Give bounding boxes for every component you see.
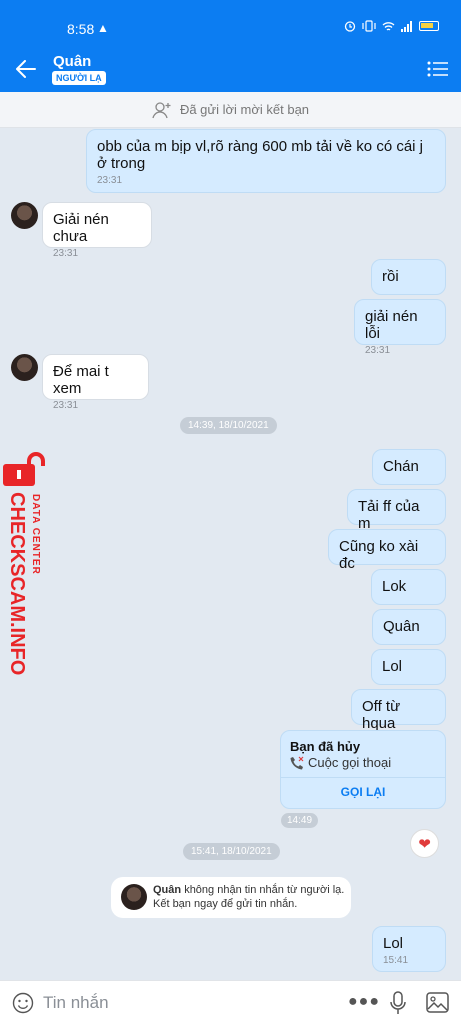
message-time: 23:31 bbox=[365, 345, 391, 356]
message-input-bar: Tin nhắn ●●● bbox=[0, 980, 461, 1024]
message-time: 15:41 bbox=[383, 955, 409, 966]
voice-button[interactable] bbox=[390, 991, 406, 1020]
chat-header: Quân NGƯỜI LẠ bbox=[0, 47, 461, 92]
message-bubble[interactable]: Off từ hqua bbox=[351, 689, 446, 732]
message-time: 23:31 bbox=[53, 248, 79, 259]
status-time: 8:58 bbox=[67, 21, 95, 37]
call-type-label: Cuộc gọi thoại bbox=[308, 755, 392, 770]
message-text: Để mai t xem bbox=[53, 363, 109, 397]
watermark-text: CHECKSCAM.INFO DATA CENTER bbox=[3, 492, 53, 676]
status-icons bbox=[344, 20, 439, 32]
message-text: Tải ff của m bbox=[358, 498, 420, 532]
stranger-badge: NGƯỜI LẠ bbox=[52, 71, 106, 85]
message-bubble[interactable]: Tải ff của m bbox=[347, 489, 446, 532]
divider bbox=[281, 777, 445, 778]
friend-request-bar: Đã gửi lời mời kết bạn bbox=[0, 92, 461, 128]
missed-call-icon bbox=[290, 756, 304, 769]
message-text: Cũng ko xài đc bbox=[339, 538, 419, 572]
add-friend-icon bbox=[152, 101, 171, 118]
alarm-icon bbox=[344, 21, 356, 32]
status-bar: 8:58 ▲ bbox=[0, 0, 461, 47]
message-text: Lol bbox=[382, 658, 403, 675]
watermark-subtitle: DATA CENTER bbox=[30, 494, 41, 575]
message-bubble[interactable]: Giải nén chưa 23:31 bbox=[42, 202, 152, 259]
list-menu-icon bbox=[427, 61, 448, 77]
message-time: 23:31 bbox=[97, 175, 123, 186]
message-text: Off từ hqua bbox=[362, 698, 401, 732]
message-bubble[interactable]: giải nén lỗi 23:31 bbox=[354, 299, 446, 356]
call-status: Bạn đã hủy bbox=[290, 739, 361, 754]
battery-icon bbox=[419, 21, 439, 31]
lock-icon bbox=[3, 452, 45, 486]
call-card: Bạn đã hủy Cuộc gọi thoại GỌI LẠI bbox=[280, 730, 446, 809]
message-bubble[interactable]: Chán bbox=[372, 449, 446, 485]
message-text: obb của m bịp vl,rõ ràng 600 mb tải về k… bbox=[97, 138, 424, 172]
vibrate-icon bbox=[362, 20, 376, 32]
avatar bbox=[121, 884, 147, 910]
message-text: Lol bbox=[383, 935, 404, 952]
warning-icon: ▲ bbox=[97, 21, 109, 35]
message-text: rồi bbox=[382, 268, 399, 285]
message-text: Giải nén chưa bbox=[53, 211, 109, 245]
back-button[interactable] bbox=[14, 56, 38, 82]
date-separator: 14:39, 18/10/2021 bbox=[180, 417, 277, 434]
watermark-brand: CHECKSCAM.INFO bbox=[6, 492, 28, 676]
call-time: 14:49 bbox=[281, 813, 319, 828]
emoji-button[interactable] bbox=[12, 992, 34, 1019]
notice-name: Quân bbox=[153, 884, 182, 896]
message-time: 23:31 bbox=[53, 400, 79, 411]
message-bubble[interactable]: Quân bbox=[372, 609, 446, 645]
date-separator: 15:41, 18/10/2021 bbox=[183, 843, 280, 860]
message-text: giải nén lỗi bbox=[365, 308, 418, 342]
more-options-button[interactable]: ●●● bbox=[348, 993, 380, 1011]
call-back-button[interactable]: GỌI LẠI bbox=[281, 785, 445, 799]
message-text: Quân bbox=[383, 618, 420, 635]
signal-icon bbox=[401, 20, 412, 32]
arrow-left-icon bbox=[16, 60, 36, 78]
avatar[interactable] bbox=[11, 202, 38, 229]
message-bubble[interactable]: obb của m bịp vl,rõ ràng 600 mb tải về k… bbox=[86, 129, 446, 193]
menu-button[interactable] bbox=[427, 59, 449, 79]
message-bubble[interactable]: Lok bbox=[371, 569, 446, 605]
avatar[interactable] bbox=[11, 354, 38, 381]
message-bubble[interactable]: Lol bbox=[371, 649, 446, 685]
message-bubble[interactable]: Cũng ko xài đc bbox=[328, 529, 446, 572]
notice-text: Quân không nhận tin nhắn từ người lạ. Kế… bbox=[153, 883, 348, 911]
message-text: Chán bbox=[383, 458, 419, 475]
message-text: Lok bbox=[382, 578, 407, 595]
notice-message: không nhận tin nhắn từ người lạ. Kết bạn… bbox=[153, 884, 345, 910]
image-button[interactable] bbox=[426, 992, 449, 1018]
friend-request-text: Đã gửi lời mời kết bạn bbox=[179, 102, 310, 117]
message-bubble[interactable]: Lol 15:41 bbox=[372, 926, 446, 972]
stranger-notice: Quân không nhận tin nhắn từ người lạ. Kế… bbox=[111, 877, 351, 918]
message-bubble[interactable]: Để mai t xem 23:31 bbox=[42, 354, 149, 411]
call-type: Cuộc gọi thoại bbox=[290, 755, 391, 770]
contact-name[interactable]: Quân bbox=[53, 53, 91, 70]
wifi-icon bbox=[382, 21, 395, 31]
sticker-icon bbox=[12, 992, 34, 1014]
message-input[interactable]: Tin nhắn bbox=[43, 993, 109, 1013]
message-bubble[interactable]: rồi bbox=[371, 259, 446, 295]
image-icon bbox=[426, 992, 449, 1013]
watermark: CHECKSCAM.INFO DATA CENTER bbox=[3, 452, 53, 676]
reaction-heart-icon[interactable]: ❤ bbox=[410, 829, 439, 858]
microphone-icon bbox=[390, 991, 406, 1014]
